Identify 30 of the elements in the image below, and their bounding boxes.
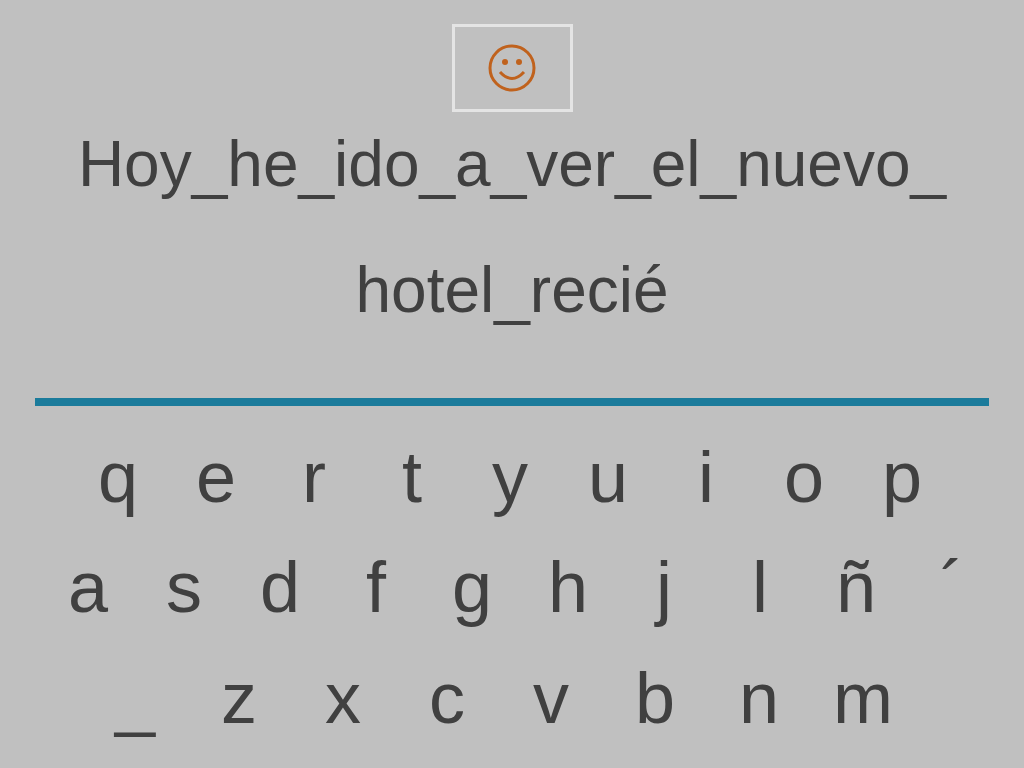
letter-key[interactable]: f [328,547,424,627]
smiley-icon [487,43,537,93]
sentence-text: Hoy_he_ido_a_ver_el_nuevo_ [77,128,947,202]
letter-key[interactable]: r [265,437,363,517]
letter-key[interactable]: d [232,547,328,627]
letter-key[interactable]: q [69,437,167,517]
letter-key[interactable]: _ [83,658,187,738]
letter-key[interactable]: ´ [904,547,1000,627]
letter-key[interactable]: o [755,437,853,517]
letter-key[interactable]: t [363,437,461,517]
letter-key[interactable]: n [707,658,811,738]
letter-key[interactable]: g [424,547,520,627]
sentence-text: hotel_recié [355,254,669,328]
letter-key[interactable]: a [40,547,136,627]
letter-key[interactable]: z [187,658,291,738]
letter-key[interactable]: ñ [808,547,904,627]
letter-key[interactable]: h [520,547,616,627]
letter-key[interactable]: x [291,658,395,738]
letter-key[interactable]: v [499,658,603,738]
letter-key[interactable]: y [461,437,559,517]
letter-key[interactable]: u [559,437,657,517]
letter-key[interactable]: c [395,658,499,738]
letter-key[interactable]: m [811,658,915,738]
letter-key[interactable]: b [603,658,707,738]
letter-key[interactable]: i [657,437,755,517]
letter-key[interactable]: j [616,547,712,627]
letter-key[interactable]: e [167,437,265,517]
letter-key[interactable]: p [853,437,951,517]
letter-key[interactable]: s [136,547,232,627]
letter-key[interactable]: l [712,547,808,627]
